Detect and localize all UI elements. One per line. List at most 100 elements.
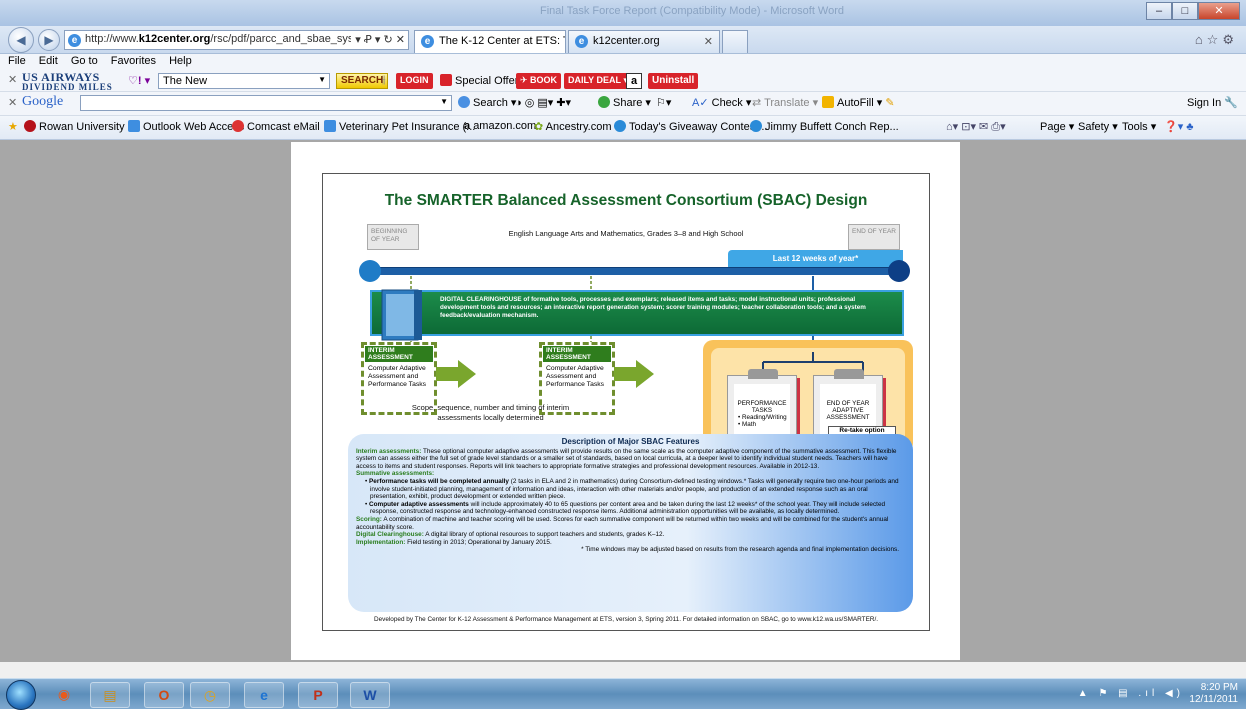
start-button[interactable] [6,680,36,710]
close-tab-icon[interactable]: ✕ [704,35,713,48]
interim-body: Computer Adaptive Assessment and Perform… [368,365,427,388]
close-button[interactable]: ✕ [1198,2,1240,20]
clipboard-clip-icon [748,369,778,379]
translate-page-icon[interactable]: ⚐▾ [656,96,671,109]
google-search-input[interactable]: ▼ [80,95,452,111]
tab-k12center-ets[interactable]: e The K-12 Center at ETS: The As... [414,30,566,53]
url-domain: k12center.org [138,33,211,45]
menu-help[interactable]: Help [169,55,192,67]
internet-explorer-icon[interactable]: e [244,682,284,708]
daily-deal-label: DAILY DEAL [568,75,621,85]
interim-body: Computer Adaptive Assessment and Perform… [546,365,605,388]
check-button[interactable]: A✓ Check ▾ [692,96,751,109]
command-bar-icons[interactable]: ⌂▾ ⊡▾ ✉ ⎙▾ [946,120,1006,134]
wrench-icon: 🔧 [1224,97,1238,109]
tools-menu[interactable]: Tools ▾ [1122,120,1156,133]
firefox-icon[interactable]: ◉ [44,682,84,708]
fav-comcast[interactable]: Comcast eMail [232,120,320,133]
fav-jimmy-buffett[interactable]: Jimmy Buffett Conch Rep... [750,120,899,133]
close-toolbar-icon[interactable]: ✕ [8,73,17,86]
book-button[interactable]: ✈ BOOK [516,73,562,89]
uninstall-button[interactable]: Uninstall [648,73,699,89]
fav-ancestry[interactable]: ✿ Ancestry.com [534,120,611,133]
pencil-icon: ✎ [885,97,895,109]
home-favorites-tools-icons[interactable]: ⌂☆⚙ [1195,32,1238,48]
clock-date: 12/11/2011 [1189,694,1238,705]
maximize-button[interactable]: □ [1172,2,1198,20]
special-offers-link[interactable]: Special Offers [440,74,524,87]
clock[interactable]: 8:20 PM 12/11/2011 [1189,682,1238,706]
fav-rowan[interactable]: Rowan University [24,120,125,133]
fav-outlook[interactable]: Outlook Web Access [128,120,244,133]
help-icon[interactable]: ❓▾ ♣ [1164,120,1194,133]
google-search-label: Search [473,97,508,109]
desc-footnote: * Time windows may be adjusted based on … [581,546,899,554]
desc-interim-label: Interim assessments: [356,447,422,455]
check-label: Check [711,97,743,109]
usairways-logo[interactable]: US AIRWAYS DIVIDEND MILES [22,71,113,92]
menu-goto[interactable]: Go to [71,55,98,67]
yahoo-icon[interactable]: ♡! ▾ [128,74,150,87]
address-controls[interactable]: ▾ Ꝓ ▾ ↻ ✕ [351,33,405,46]
fav-giveaway[interactable]: Today's Giveaway Contest... [614,120,767,133]
tab-k12center-org[interactable]: e k12center.org ✕ [568,30,720,53]
safety-menu[interactable]: Safety ▾ [1078,120,1118,133]
menu-favorites[interactable]: Favorites [111,55,156,67]
ancestry-icon: ✿ [534,121,544,133]
chevron-down-icon: ▼ [440,97,448,106]
fav-pet-insurance[interactable]: Veterinary Pet Insurance (... [324,120,475,133]
desc-summative-label: Summative assessments: [356,470,435,478]
login-button[interactable]: LOGIN [396,73,433,89]
chevron-down-icon: ▼ [318,75,326,84]
developed-by-footer: Developed by The Center for K-12 Assessm… [373,616,879,623]
file-explorer-icon[interactable]: ▤ [90,682,130,708]
favorites-bar: ★ Rowan University Outlook Web Access Co… [0,116,1246,140]
search-button[interactable]: SEARCH [336,73,389,89]
menu-edit[interactable]: Edit [39,55,58,67]
fav-label: Rowan University [39,121,125,133]
ie-page-icon [128,120,140,132]
toolbar-tools-icons[interactable]: ◑ ◎ ▤▾ ✚▾ [515,96,571,109]
tag-icon [440,74,452,86]
spellcheck-icon: A✓ [692,97,709,109]
rowan-icon [24,120,36,132]
book-label: BOOK [530,75,558,85]
search-combo[interactable]: The New ▼ [158,73,330,89]
google-search-button[interactable]: Search ▾ [458,96,516,109]
minimize-button[interactable]: – [1146,2,1172,20]
special-offers-label: Special Offers [455,75,524,87]
back-button[interactable]: ◀ [8,27,34,53]
office-icon[interactable]: O [144,682,184,708]
menu-file[interactable]: File [8,55,26,67]
desc-bullet-adaptive: • Computer adaptive assessments will inc… [365,500,886,516]
fav-label: Today's Giveaway Contest... [629,121,768,133]
sign-in-button[interactable]: Sign In 🔧 [1187,96,1238,109]
ie-icon: e [68,34,81,47]
comcast-icon [232,120,244,132]
window-title: Final Task Force Report (Compatibility M… [540,5,845,17]
share-button[interactable]: Share ▾ [598,96,651,109]
powerpoint-icon[interactable]: P [298,682,338,708]
desc-impl-label: Implementation: [356,538,406,546]
status-bar [0,662,1246,678]
globe-icon [614,120,626,132]
combo-value: The New [163,75,208,87]
digital-clearinghouse-band: DIGITAL CLEARINGHOUSE of formative tools… [370,289,904,341]
page-menu[interactable]: Page ▾ [1040,120,1074,133]
close-toolbar-icon[interactable]: ✕ [8,96,17,109]
daily-deal-button[interactable]: DAILY DEAL ▾ [564,73,632,89]
system-tray-icons[interactable]: ▲ ⚑ ▤ .ıl ◀) [1078,688,1184,699]
last-12-weeks-banner: Last 12 weeks of year* [728,250,903,267]
word-icon[interactable]: W [350,682,390,708]
amazon-icon[interactable]: a [626,73,642,89]
new-tab-button[interactable] [722,30,748,53]
forward-button[interactable]: ▶ [38,29,60,51]
outlook-calendar-icon[interactable]: ◷ [190,682,230,708]
translate-button[interactable]: ⇄ Translate ▾ [752,96,818,109]
favorites-star-icon[interactable]: ★ [8,120,18,133]
ie-page-icon [324,120,336,132]
fav-amazon[interactable]: a amazon.com [464,120,536,132]
google-toolbar: ✕ Google ▼ Search ▾ ◑ ◎ ▤▾ ✚▾ Share ▾ ⚐▾… [0,92,1246,116]
autofill-button[interactable]: AutoFill ▾ ✎ [822,96,895,109]
address-bar[interactable]: e http://www.k12center.org/rsc/pdf/parcc… [64,30,409,50]
